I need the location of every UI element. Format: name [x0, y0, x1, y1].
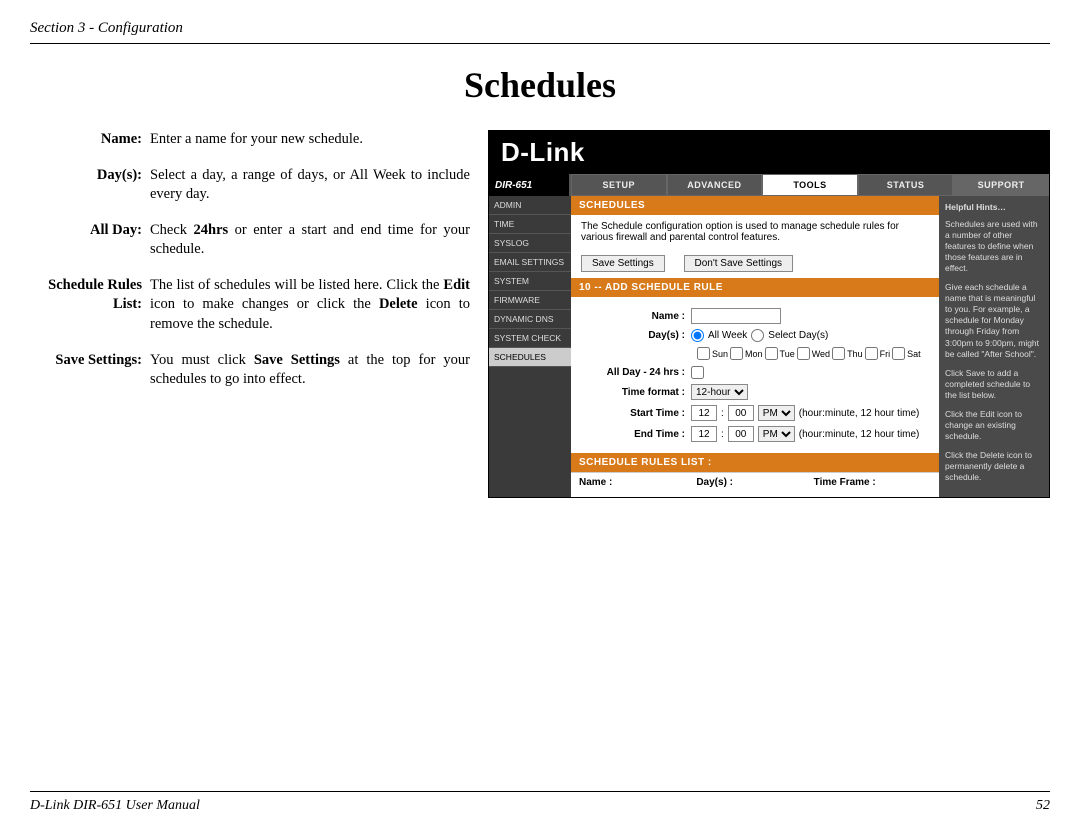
hints-p4: Click the Edit icon to change an existin…	[945, 409, 1043, 442]
col-tf: Time Frame :	[814, 477, 931, 488]
days-checkboxes: Sun Mon Tue Wed Thu Fri Sat	[697, 347, 929, 360]
desc-save: You must click Save Settings at the top …	[150, 351, 470, 390]
end-hint: (hour:minute, 12 hour time)	[799, 429, 920, 440]
side-nav: ADMIN TIME SYSLOG EMAIL SETTINGS SYSTEM …	[489, 196, 571, 497]
section-list-head: SCHEDULE RULES LIST :	[571, 453, 939, 472]
end-hh[interactable]	[691, 426, 717, 442]
section-schedules-desc: The Schedule configuration option is use…	[571, 215, 939, 249]
chk-allday[interactable]	[691, 366, 704, 379]
chk-wed[interactable]	[797, 347, 810, 360]
hints-p3: Click Save to add a completed schedule t…	[945, 368, 1043, 401]
txt-selectdays: Select Day(s)	[768, 330, 828, 341]
dont-save-button[interactable]: Don't Save Settings	[684, 255, 794, 272]
nav-email[interactable]: EMAIL SETTINGS	[489, 253, 571, 272]
label-days: Day(s):	[30, 166, 150, 205]
nav-time[interactable]: TIME	[489, 215, 571, 234]
start-hh[interactable]	[691, 405, 717, 421]
nav-firmware[interactable]: FIRMWARE	[489, 291, 571, 310]
nav-syscheck[interactable]: SYSTEM CHECK	[489, 329, 571, 348]
lbl-days: Day(s) :	[581, 330, 691, 341]
end-ap[interactable]: PM	[758, 426, 795, 442]
label-name: Name:	[30, 130, 150, 150]
hints-p5: Click the Delete icon to permanently del…	[945, 450, 1043, 483]
hints-p1: Schedules are used with a number of othe…	[945, 219, 1043, 274]
router-screenshot: D-Link DIR-651 SETUP ADVANCED TOOLS STAT…	[488, 130, 1050, 498]
start-mm[interactable]	[728, 405, 754, 421]
input-name[interactable]	[691, 308, 781, 324]
lbl-timeformat: Time format :	[581, 387, 691, 398]
page-title: Schedules	[30, 64, 1050, 106]
nav-syslog[interactable]: SYSLOG	[489, 234, 571, 253]
tab-setup[interactable]: SETUP	[571, 174, 667, 196]
section-header: Section 3 - Configuration	[30, 20, 1050, 44]
start-ap[interactable]: PM	[758, 405, 795, 421]
lbl-start: Start Time :	[581, 408, 691, 419]
footer-right: 52	[1036, 798, 1050, 814]
nav-system[interactable]: SYSTEM	[489, 272, 571, 291]
chk-tue[interactable]	[765, 347, 778, 360]
brand-logo: D-Link	[489, 131, 1049, 174]
tab-status[interactable]: STATUS	[858, 174, 954, 196]
list-columns: Name : Day(s) : Time Frame :	[571, 472, 939, 492]
col-name: Name :	[579, 477, 696, 488]
label-rules: Schedule Rules List:	[30, 276, 150, 335]
txt-allweek: All Week	[708, 330, 747, 341]
col-days: Day(s) :	[696, 477, 813, 488]
section-add-head: 10 -- ADD SCHEDULE RULE	[571, 278, 939, 297]
hints-panel: Helpful Hints… Schedules are used with a…	[939, 196, 1049, 497]
desc-name: Enter a name for your new schedule.	[150, 130, 470, 150]
lbl-allday: All Day - 24 hrs :	[581, 367, 691, 378]
model-label: DIR-651	[489, 174, 571, 196]
chk-sun[interactable]	[697, 347, 710, 360]
desc-rules: The list of schedules will be listed her…	[150, 276, 470, 335]
lbl-name: Name :	[581, 311, 691, 322]
page-footer: D-Link DIR-651 User Manual 52	[30, 791, 1050, 814]
nav-admin[interactable]: ADMIN	[489, 196, 571, 215]
nav-schedules[interactable]: SCHEDULES	[489, 348, 571, 367]
field-descriptions: Name: Enter a name for your new schedule…	[30, 130, 470, 498]
nav-ddns[interactable]: DYNAMIC DNS	[489, 310, 571, 329]
label-save: Save Settings:	[30, 351, 150, 390]
hints-title: Helpful Hints…	[945, 202, 1043, 213]
section-schedules-head: SCHEDULES	[571, 196, 939, 215]
radio-allweek[interactable]	[691, 329, 704, 342]
chk-mon[interactable]	[730, 347, 743, 360]
desc-days: Select a day, a range of days, or All We…	[150, 166, 470, 205]
chk-thu[interactable]	[832, 347, 845, 360]
footer-left: D-Link DIR-651 User Manual	[30, 798, 200, 814]
hints-p2: Give each schedule a name that is meanin…	[945, 282, 1043, 359]
save-settings-button[interactable]: Save Settings	[581, 255, 665, 272]
desc-allday: Check 24hrs or enter a start and end tim…	[150, 221, 470, 260]
lbl-end: End Time :	[581, 429, 691, 440]
start-hint: (hour:minute, 12 hour time)	[799, 408, 920, 419]
tab-tools[interactable]: TOOLS	[762, 174, 858, 196]
chk-sat[interactable]	[892, 347, 905, 360]
tab-support[interactable]: SUPPORT	[953, 174, 1049, 196]
radio-selectdays[interactable]	[751, 329, 764, 342]
chk-fri[interactable]	[865, 347, 878, 360]
end-mm[interactable]	[728, 426, 754, 442]
sel-timeformat[interactable]: 12-hour	[691, 384, 748, 400]
tab-advanced[interactable]: ADVANCED	[667, 174, 763, 196]
center-panel: SCHEDULES The Schedule configuration opt…	[571, 196, 939, 497]
label-allday: All Day:	[30, 221, 150, 260]
